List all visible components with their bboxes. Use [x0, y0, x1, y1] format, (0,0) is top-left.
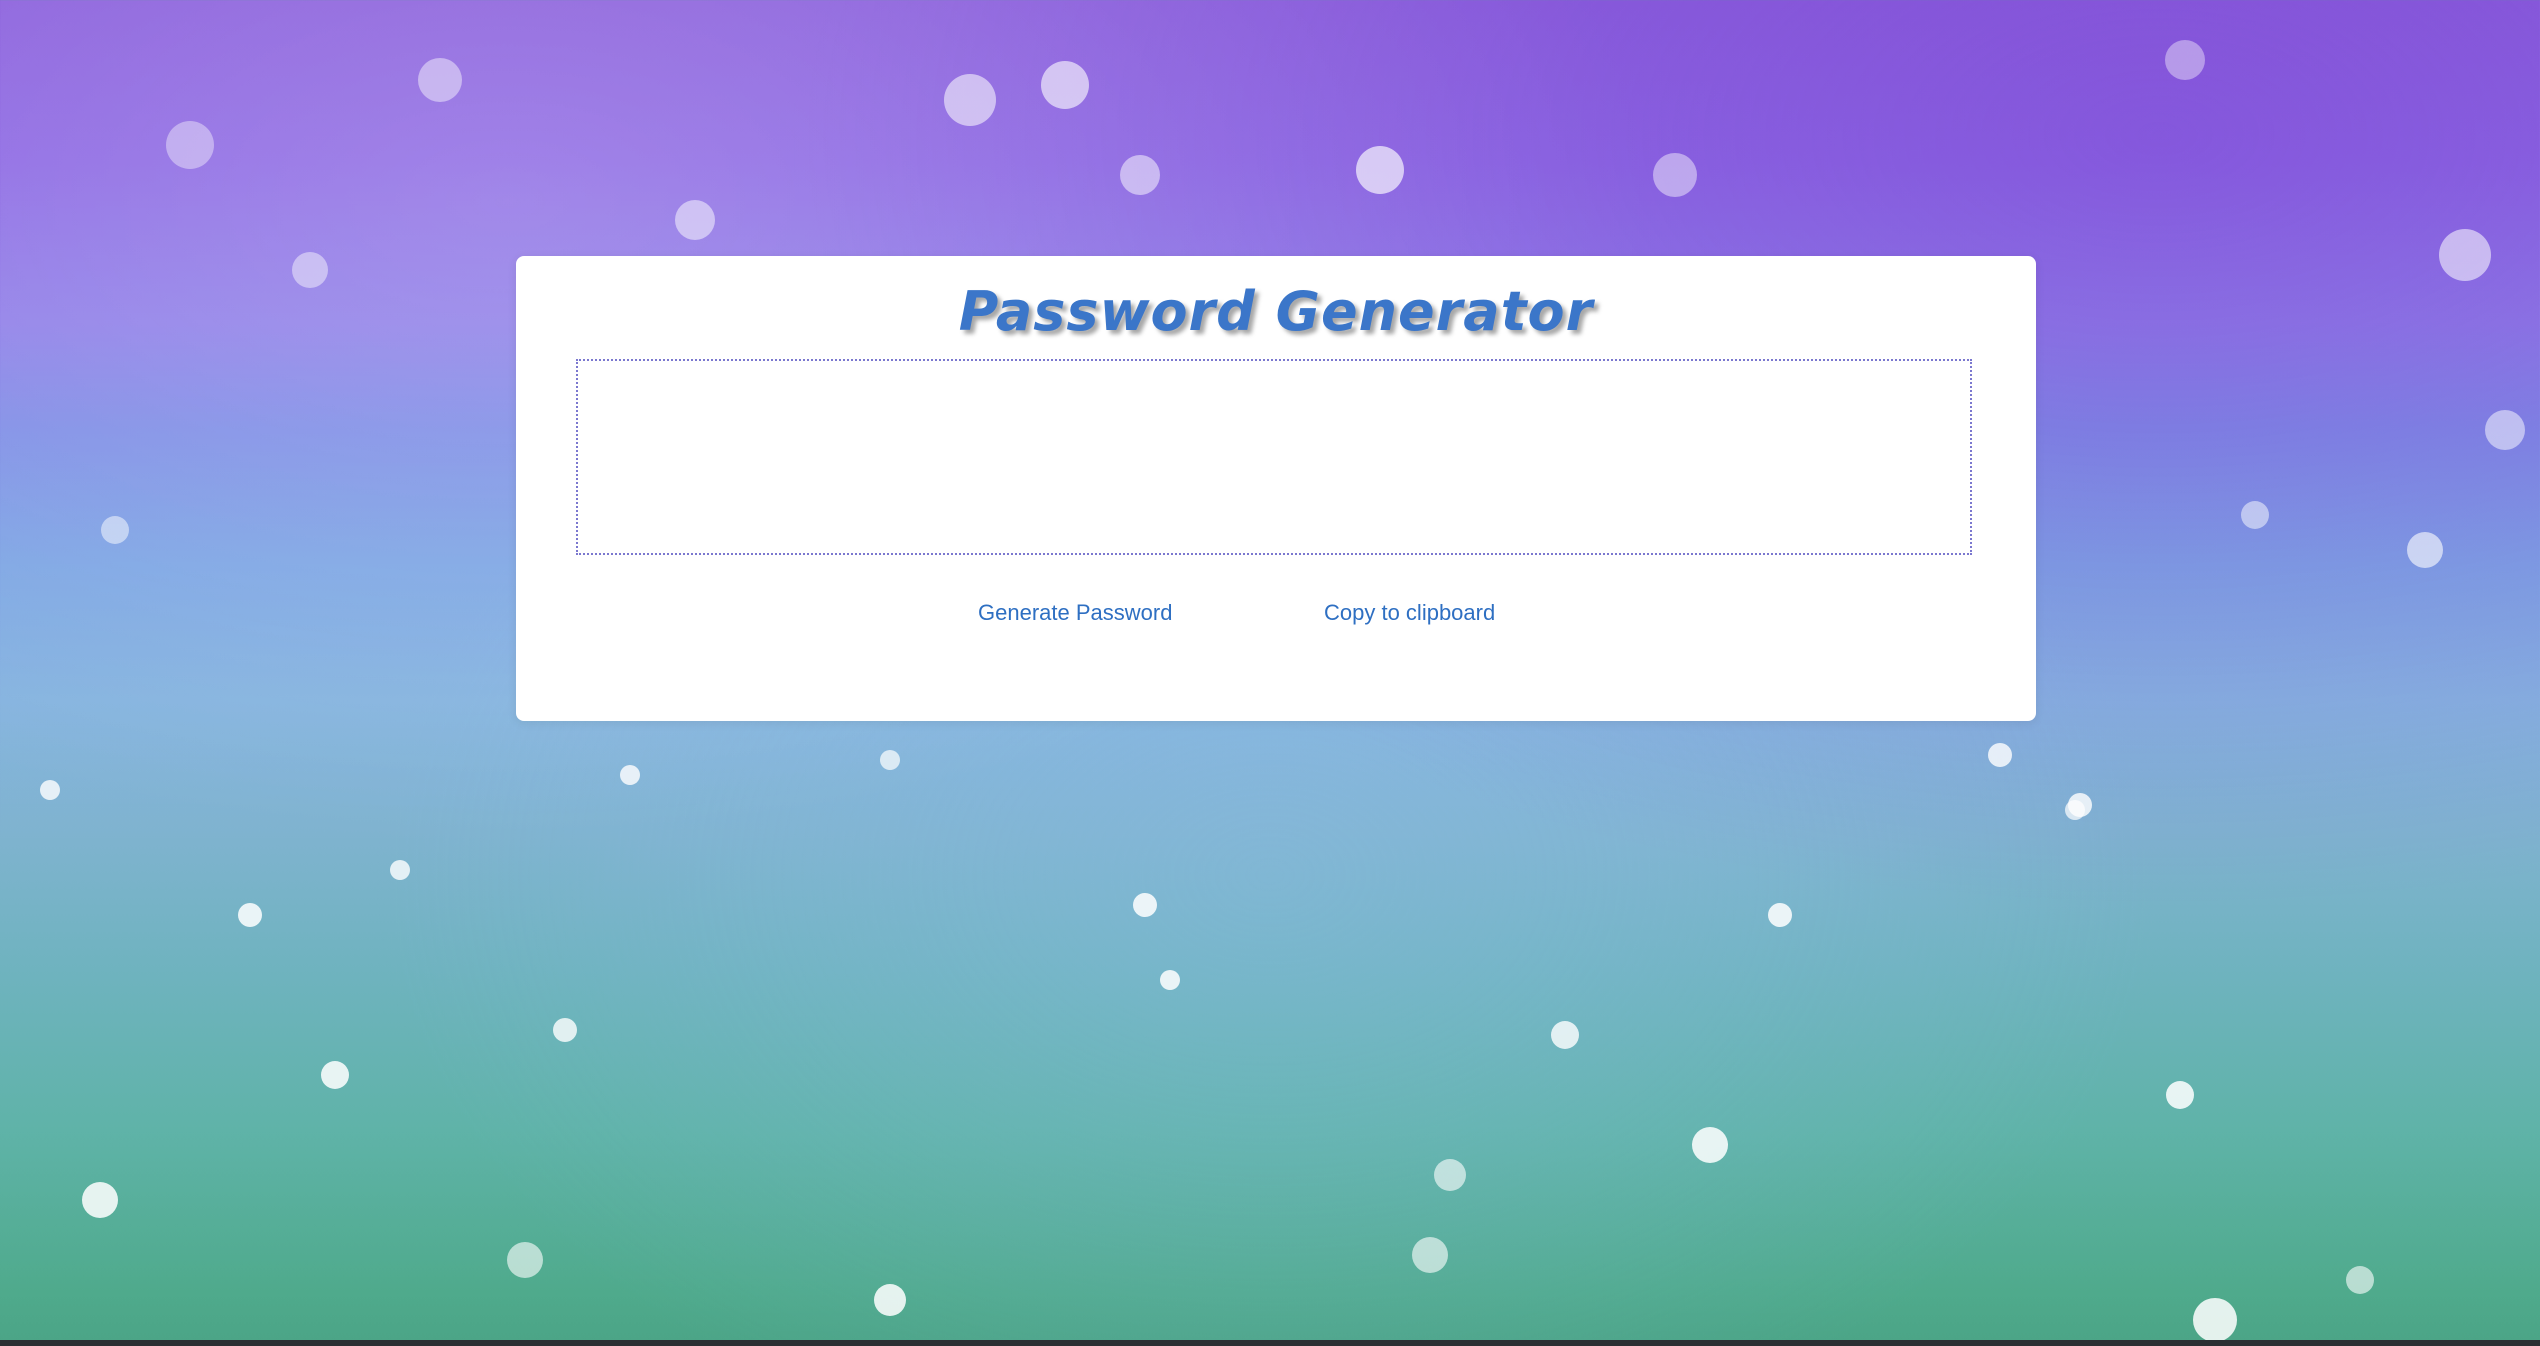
password-generator-card: Password Generator Generate Password Cop…	[516, 256, 2036, 721]
password-output[interactable]	[576, 359, 1972, 555]
page-title: Password Generator	[958, 280, 1594, 343]
generate-password-button[interactable]: Generate Password	[978, 600, 1172, 626]
copy-to-clipboard-button[interactable]: Copy to clipboard	[1324, 600, 1495, 626]
bottom-edge-bar	[0, 1340, 2540, 1346]
